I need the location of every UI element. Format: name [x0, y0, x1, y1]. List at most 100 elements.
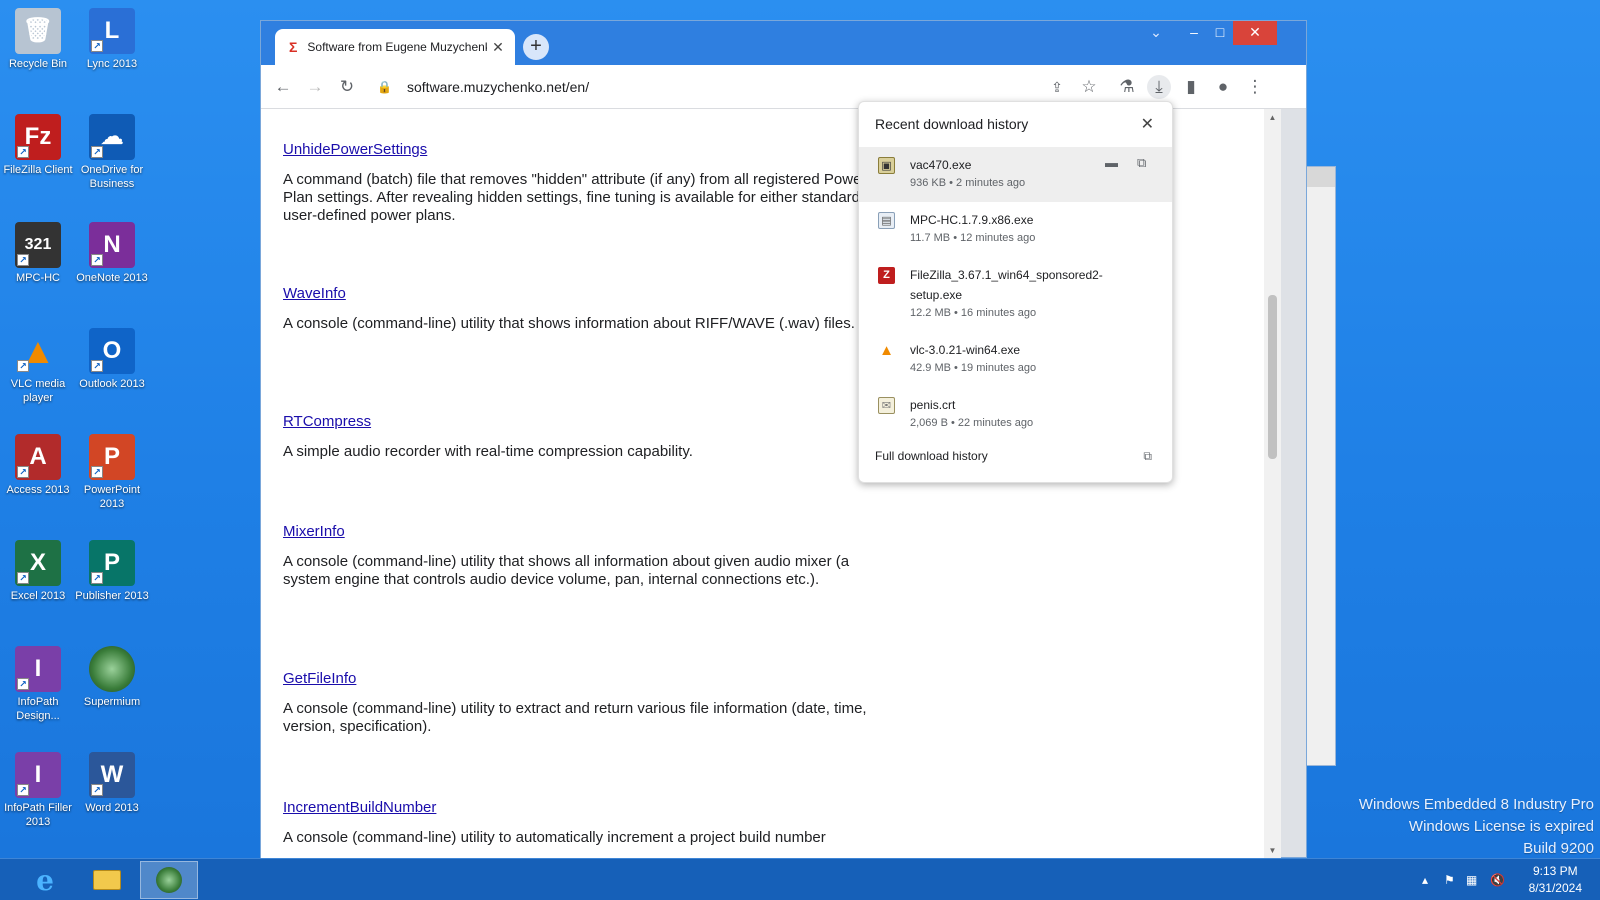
- outlook-icon: O ↗: [89, 328, 135, 374]
- labs-flask-icon[interactable]: ⚗: [1115, 75, 1139, 99]
- profile-avatar-icon[interactable]: ●: [1211, 75, 1235, 99]
- file-explorer-icon[interactable]: [78, 861, 136, 899]
- download-item[interactable]: Z FileZilla_3.67.1_win64_sponsored2-setu…: [859, 257, 1172, 332]
- browser-titlebar: Σ Software from Eugene Muzychenko ✕ + ⌄ …: [261, 21, 1306, 65]
- infopath-filler-icon: I ↗: [15, 752, 61, 798]
- tab-close-icon[interactable]: ✕: [487, 39, 509, 56]
- download-item[interactable]: ▲ vlc-3.0.21-win64.exe 42.9 MB • 19 minu…: [859, 332, 1172, 387]
- download-file-meta: 936 KB • 2 minutes ago: [910, 177, 1026, 189]
- action-center-flag-icon[interactable]: ⚑: [1444, 859, 1455, 900]
- menu-kebab-icon[interactable]: ⋮: [1243, 75, 1267, 99]
- software-entry: IncrementBuildNumber A console (command-…: [283, 799, 883, 847]
- desktop-icon-supermium[interactable]: Supermium: [74, 646, 150, 709]
- download-item[interactable]: ▤ MPC-HC.1.7.9.x86.exe 11.7 MB • 12 minu…: [859, 202, 1172, 257]
- desktop-icon-vlc[interactable]: ▲ ↗ VLC media player: [0, 328, 76, 405]
- software-entry: GetFileInfo A console (command-line) uti…: [283, 670, 883, 736]
- filezilla-file-icon: Z: [878, 267, 895, 284]
- software-description: A console (command-line) utility to auto…: [283, 829, 826, 846]
- back-icon[interactable]: ←: [271, 75, 295, 99]
- desktop-icon-label: MPC-HC: [16, 272, 60, 284]
- desktop-icon-powerpoint[interactable]: P ↗ PowerPoint 2013: [74, 434, 150, 511]
- show-in-folder-icon[interactable]: ▬: [1105, 155, 1118, 170]
- desktop-icon-onenote[interactable]: N ↗ OneNote 2013: [74, 222, 150, 285]
- address-bar[interactable]: 🔒 software.muzychenko.net/en/: [371, 71, 1161, 103]
- desktop-icon-label: OneDrive for Business: [80, 164, 144, 190]
- desktop-icon-access[interactable]: A ↗ Access 2013: [0, 434, 76, 497]
- software-link[interactable]: IncrementBuildNumber: [283, 799, 883, 816]
- download-file-name: penis.crt: [910, 398, 956, 412]
- tab-active[interactable]: Σ Software from Eugene Muzychenko ✕: [275, 29, 515, 65]
- recycle-bin-icon: 🗑: [15, 8, 61, 54]
- download-file-name: MPC-HC.1.7.9.x86.exe: [910, 213, 1034, 227]
- lock-icon: 🔒: [377, 80, 392, 94]
- windows-edition-text: Windows Embedded 8 Industry Pro: [1358, 796, 1594, 813]
- desktop-icon-label: PowerPoint 2013: [83, 484, 141, 510]
- download-item[interactable]: ✉ penis.crt 2,069 B • 22 minutes ago: [859, 387, 1172, 442]
- desktop-icon-infopath-filler[interactable]: I ↗ InfoPath Filler 2013: [0, 752, 76, 829]
- software-link[interactable]: WaveInfo: [283, 285, 883, 302]
- internet-explorer-icon[interactable]: e: [16, 861, 74, 899]
- desktop-icon-mpc-hc[interactable]: 321 ↗ MPC-HC: [0, 222, 76, 285]
- desktop-icon-label: InfoPath Filler 2013: [4, 802, 72, 828]
- software-link[interactable]: GetFileInfo: [283, 670, 883, 687]
- desktop-icon-onedrive[interactable]: ☁ ↗ OneDrive for Business: [74, 114, 150, 191]
- windows-license-text: Windows License is expired: [1408, 818, 1594, 835]
- close-icon[interactable]: ✕: [1141, 114, 1154, 134]
- network-icon[interactable]: ▦: [1466, 859, 1477, 900]
- forward-icon[interactable]: →: [303, 75, 327, 99]
- supermium-taskbar-icon[interactable]: [140, 861, 198, 899]
- desktop-icon-lync[interactable]: L ↗ Lync 2013: [74, 8, 150, 71]
- show-hidden-icons-icon[interactable]: ▴: [1422, 859, 1428, 900]
- desktop-icon-label: Access 2013: [6, 484, 70, 496]
- download-file-name: vac470.exe: [910, 158, 972, 172]
- page-scrollbar[interactable]: ▲ ▼: [1264, 109, 1281, 859]
- download-panel-title: Recent download history: [875, 116, 1029, 132]
- download-history-panel: Recent download history ✕ ▣ vac470.exe 9…: [858, 101, 1173, 483]
- bookmark-star-icon[interactable]: ☆: [1077, 75, 1101, 99]
- full-download-history-link[interactable]: Full download history: [875, 449, 988, 463]
- software-entry: UnhidePowerSettings A command (batch) fi…: [283, 141, 883, 225]
- share-icon[interactable]: ⇪: [1045, 75, 1069, 99]
- software-entry: WaveInfo A console (command-line) utilit…: [283, 285, 883, 333]
- installer-file-icon: ▣: [878, 157, 895, 174]
- desktop-icon-filezilla[interactable]: Fz ↗ FileZilla Client: [0, 114, 76, 177]
- downloads-icon[interactable]: ⤓: [1147, 75, 1171, 99]
- desktop-icon-infopath-designer[interactable]: I ↗ InfoPath Design...: [0, 646, 76, 723]
- powerpoint-icon: P ↗: [89, 434, 135, 480]
- vlc-file-icon: ▲: [879, 342, 894, 359]
- side-panel-icon[interactable]: ▮: [1179, 75, 1203, 99]
- scroll-up-icon[interactable]: ▲: [1267, 113, 1278, 122]
- software-description: A console (command-line) utility that sh…: [283, 553, 850, 588]
- close-window-button[interactable]: ✕: [1233, 21, 1277, 45]
- desktop-icon-excel[interactable]: X ↗ Excel 2013: [0, 540, 76, 603]
- desktop-icon-recycle-bin[interactable]: 🗑 Recycle Bin: [0, 8, 76, 71]
- software-link[interactable]: RTCompress: [283, 413, 883, 430]
- desktop-icon-word[interactable]: W ↗ Word 2013: [74, 752, 150, 815]
- taskbar-clock[interactable]: 9:13 PM 8/31/2024: [1529, 863, 1582, 897]
- volume-muted-icon[interactable]: 🔇: [1490, 859, 1505, 900]
- desktop-icon-publisher[interactable]: P ↗ Publisher 2013: [74, 540, 150, 603]
- new-tab-button[interactable]: +: [523, 34, 549, 60]
- desktop-icon-label: Lync 2013: [86, 58, 138, 70]
- software-entry: MixerInfo A console (command-line) utili…: [283, 523, 883, 589]
- scroll-down-icon[interactable]: ▼: [1267, 846, 1278, 855]
- certificate-file-icon: ✉: [878, 397, 895, 414]
- software-link[interactable]: MixerInfo: [283, 523, 883, 540]
- open-external-icon[interactable]: ⧉: [1137, 155, 1146, 171]
- maximize-button[interactable]: □: [1205, 21, 1235, 45]
- software-description: A simple audio recorder with real-time c…: [283, 443, 693, 460]
- supermium-icon: [89, 646, 135, 692]
- desktop-icon-label: VLC media player: [10, 378, 66, 404]
- software-description: A console (command-line) utility that sh…: [283, 315, 855, 332]
- excel-icon: X ↗: [15, 540, 61, 586]
- onedrive-icon: ☁ ↗: [89, 114, 135, 160]
- download-item[interactable]: ▣ vac470.exe 936 KB • 2 minutes ago ▬ ⧉: [859, 147, 1172, 202]
- open-external-icon[interactable]: ⧉: [1143, 449, 1152, 464]
- software-link[interactable]: UnhidePowerSettings: [283, 141, 883, 158]
- desktop-icon-outlook[interactable]: O ↗ Outlook 2013: [74, 328, 150, 391]
- download-file-meta: 2,069 B • 22 minutes ago: [910, 417, 1034, 429]
- tab-search-icon[interactable]: ⌄: [1141, 21, 1171, 45]
- reload-icon[interactable]: ↻: [335, 75, 359, 99]
- scrollbar-thumb[interactable]: [1268, 295, 1277, 459]
- taskbar: e ▴ ⚑ ▦ 🔇 9:13 PM 8/31/2024: [0, 858, 1600, 900]
